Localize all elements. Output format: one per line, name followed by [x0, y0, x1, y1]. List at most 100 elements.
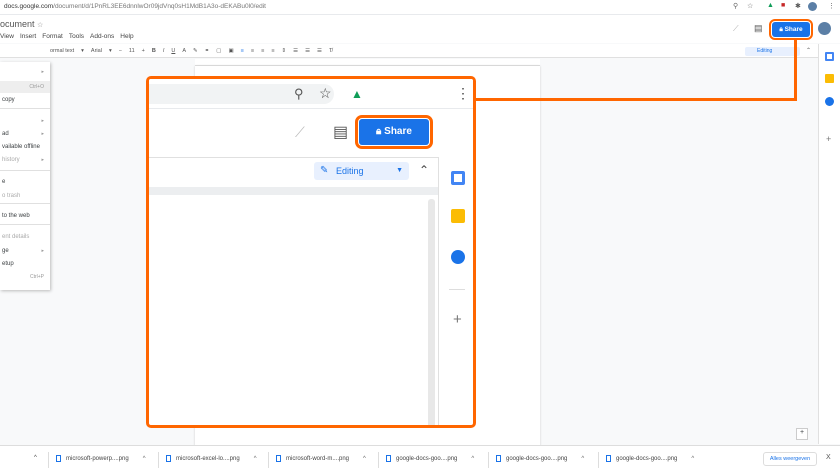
file-menu-item[interactable]: history ▸: [0, 154, 50, 166]
file-menu-item[interactable]: ▸: [0, 115, 50, 127]
ruler[interactable]: [195, 59, 540, 66]
menu-format[interactable]: Format: [42, 33, 63, 40]
file-menu-item[interactable]: e: [0, 176, 50, 188]
file-icon: [56, 455, 61, 462]
add-icon[interactable]: +: [826, 134, 831, 144]
font-size-decrease[interactable]: −: [119, 48, 122, 54]
file-icon: [166, 455, 171, 462]
close-downloads-button[interactable]: X: [826, 454, 831, 461]
underline-button[interactable]: U: [171, 48, 175, 54]
clear-format-icon[interactable]: T̸: [329, 48, 332, 54]
download-item[interactable]: microsoft-powerp....png ^: [56, 455, 146, 462]
search-icon[interactable]: ⚲: [733, 2, 738, 10]
chevron-up-icon[interactable]: ^: [691, 456, 694, 462]
checklist-icon[interactable]: ☰: [293, 48, 298, 54]
link-icon[interactable]: ⚭: [205, 48, 210, 54]
comment-icon[interactable]: ▤: [754, 23, 763, 34]
text-color-button[interactable]: A: [182, 48, 186, 54]
callout-connector: [794, 40, 797, 101]
comment-add-icon[interactable]: ▢: [216, 48, 221, 54]
url[interactable]: docs.google.com/document/d/1PnRL3EE6dnnl…: [4, 3, 724, 13]
drive-icon[interactable]: ▲: [351, 87, 363, 101]
file-menu-item[interactable]: o trash: [0, 190, 50, 202]
chevron-up-icon[interactable]: ^: [254, 456, 257, 462]
collapse-icon[interactable]: ⌃: [806, 47, 811, 54]
star-icon[interactable]: ☆: [747, 2, 753, 10]
download-item[interactable]: google-docs-goo....png ^: [496, 455, 584, 462]
align-right-icon[interactable]: ≡: [261, 48, 264, 54]
menu-addons[interactable]: Add-ons: [90, 33, 114, 40]
align-justify-icon[interactable]: ≡: [271, 48, 274, 54]
share-button[interactable]: 🔒︎ Share: [769, 19, 813, 40]
file-menu-item[interactable]: Ctrl+O: [0, 81, 50, 93]
collapse-toolbar-icon[interactable]: ⌃: [419, 163, 429, 177]
font-size-increase[interactable]: +: [142, 48, 145, 54]
align-center-icon[interactable]: ≡: [251, 48, 254, 54]
chevron-up-icon[interactable]: ^: [363, 456, 366, 462]
drive-icon[interactable]: ▲: [767, 2, 774, 9]
download-item[interactable]: microsoft-excel-lo....png ^: [166, 455, 257, 462]
shield-extension-icon[interactable]: ■: [781, 2, 785, 9]
file-menu-item[interactable]: Ctrl+P: [0, 271, 50, 283]
editing-mode-select[interactable]: ✎ Editing ▼: [314, 162, 409, 180]
activity-icon[interactable]: ⟋: [295, 124, 305, 141]
file-menu-item[interactable]: vailable offline: [0, 141, 50, 153]
file-menu-item[interactable]: ▸: [0, 66, 50, 78]
star-icon[interactable]: ☆: [37, 22, 43, 29]
document-title[interactable]: ocument ☆: [0, 19, 43, 29]
star-icon[interactable]: ☆: [319, 85, 332, 102]
pencil-icon: ✎: [320, 165, 329, 176]
file-menu-item[interactable]: ad ▸: [0, 128, 50, 140]
activity-icon[interactable]: ⟋: [733, 24, 739, 34]
download-item[interactable]: google-docs-goo....png ^: [386, 455, 474, 462]
scrollbar[interactable]: [428, 199, 435, 425]
tasks-icon[interactable]: [825, 97, 834, 106]
highlight-icon[interactable]: ✎: [193, 48, 198, 54]
bullet-list-icon[interactable]: ☰: [305, 48, 310, 54]
image-icon[interactable]: ▣: [228, 48, 233, 54]
bold-button[interactable]: B: [152, 48, 156, 54]
chevron-up-icon[interactable]: ^: [581, 456, 584, 462]
font-size[interactable]: 11: [129, 48, 135, 54]
calendar-icon[interactable]: [825, 52, 834, 61]
file-menu-item[interactable]: etup: [0, 258, 50, 270]
editing-mode-select[interactable]: Editing: [745, 47, 800, 56]
add-icon[interactable]: +: [453, 311, 462, 328]
avatar[interactable]: [808, 2, 817, 11]
more-icon[interactable]: ⋮: [456, 85, 470, 102]
zoom-icon[interactable]: ⚲: [294, 86, 304, 102]
line-spacing-icon[interactable]: ⇕: [282, 48, 287, 54]
file-menu-item[interactable]: ent details: [0, 231, 50, 243]
menu-view[interactable]: View: [0, 33, 14, 40]
explore-button[interactable]: +: [796, 428, 808, 440]
share-button[interactable]: 🔒︎ Share: [355, 115, 433, 149]
comment-icon[interactable]: ▤: [333, 122, 348, 142]
show-all-button[interactable]: Alles weergeven: [763, 452, 817, 466]
download-options-icon[interactable]: ^: [34, 455, 37, 461]
extensions-icon[interactable]: ✱: [795, 2, 801, 10]
file-icon: [606, 455, 611, 462]
tasks-icon[interactable]: [451, 250, 465, 264]
italic-button[interactable]: I: [163, 48, 165, 54]
file-menu-item[interactable]: to the web: [0, 210, 50, 222]
font-select[interactable]: Arial: [91, 48, 102, 54]
numbered-list-icon[interactable]: ☰: [317, 48, 322, 54]
account-avatar[interactable]: [818, 22, 831, 35]
style-select[interactable]: ormal text: [50, 48, 74, 54]
menu-help[interactable]: Help: [120, 33, 133, 40]
divider: [158, 452, 159, 468]
chevron-up-icon[interactable]: ^: [143, 456, 146, 462]
file-menu-item[interactable]: copy: [0, 94, 50, 106]
chevron-up-icon[interactable]: ^: [471, 456, 474, 462]
keep-icon[interactable]: [451, 209, 465, 223]
calendar-icon[interactable]: [451, 171, 465, 185]
download-item[interactable]: google-docs-goo....png ^: [606, 455, 694, 462]
menu-tools[interactable]: Tools: [69, 33, 84, 40]
more-icon[interactable]: ⋮: [828, 2, 835, 10]
align-left-icon[interactable]: ≡: [241, 48, 244, 54]
address-bar[interactable]: docs.google.com/document/d/1PnRL3EE6dnnl…: [0, 0, 840, 15]
keep-icon[interactable]: [825, 74, 834, 83]
download-item[interactable]: microsoft-word-m....png ^: [276, 455, 366, 462]
file-menu-item[interactable]: ge ▸: [0, 245, 50, 257]
menu-insert[interactable]: Insert: [20, 33, 36, 40]
